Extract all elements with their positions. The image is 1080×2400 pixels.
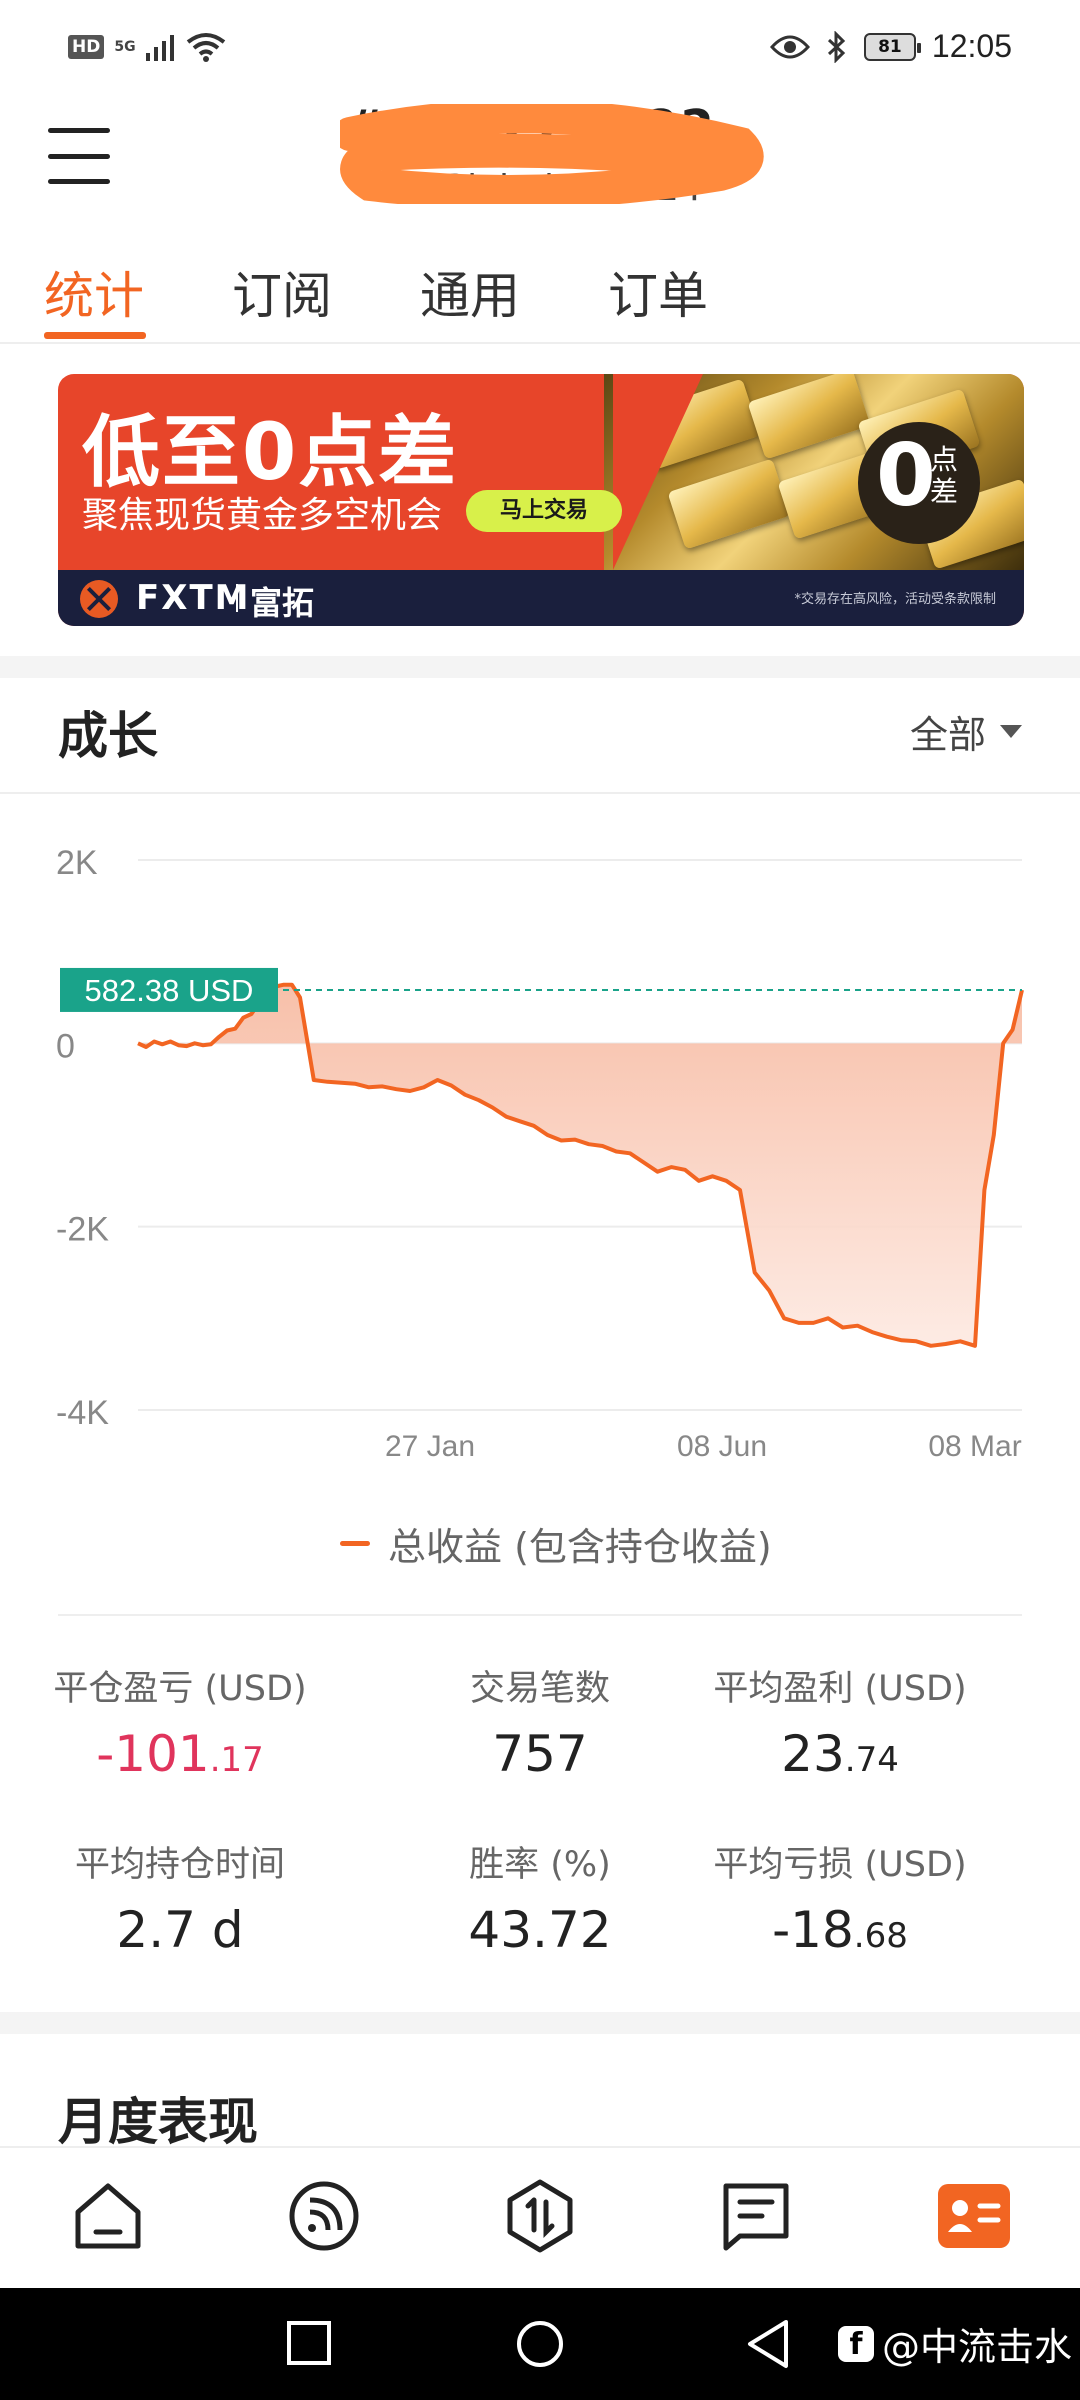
status-bar: HD 5G 81 12:05 [0,0,1080,100]
tab-active-indicator [44,332,146,339]
caret-down-icon [1000,725,1022,738]
stat-item: 平均盈利 (USD) 23.74 [660,1660,1020,1783]
stat-item: 平均亏损 (USD) -18.68 [660,1836,1020,1959]
x-tick-label: 08 Jun [677,1430,767,1463]
y-tick-label: -4K [56,1394,109,1432]
back-button[interactable] [744,2318,792,2370]
y-tick-label: 2K [56,844,98,882]
feed-icon[interactable] [284,2176,364,2256]
message-icon[interactable] [716,2176,796,2256]
stat-item: 平仓盈亏 (USD) -101.17 [0,1660,360,1783]
legend-swatch [340,1541,370,1546]
recent-apps-button[interactable] [286,2318,332,2368]
home-icon[interactable] [68,2176,148,2256]
stat-value: 2.7 d [116,1901,244,1959]
growth-range-value: 全部 [909,713,986,757]
x-tick-label: 27 Jan [385,1430,475,1463]
growth-chart[interactable]: 2K 0 -2K -4K 27 Jan 08 Jun 08 Mar 582.38 USD [0,820,1080,1500]
banner-brand-cn: 富拓 [250,584,315,622]
clock: 12:05 [931,28,1012,64]
wifi-icon [186,33,225,62]
tab-orders[interactable]: 订单 [608,256,708,328]
signal-icon [145,35,174,61]
hd-indicator: HD [68,35,105,59]
battery-level: 81 [878,36,902,57]
stat-label: 平仓盈亏 (USD) [53,1669,307,1709]
system-nav-bar: f @中流击水 [0,2288,1080,2400]
fxtm-logo-icon [80,580,118,618]
eye-icon [769,35,810,58]
y-tick-label: 0 [56,1027,75,1065]
banner-disclaimer: *交易存在高风险，活动受条款限制 [794,592,996,607]
stat-label: 平均盈利 (USD) [713,1669,967,1709]
menu-icon[interactable] [48,126,110,186]
monthly-performance-title: 月度表现 [58,2093,258,2151]
redaction-scribble [340,104,764,204]
network-5g-indicator: 5G [114,39,136,55]
stat-value: 23.74 [781,1725,899,1783]
watermark-text: @中流击水 [882,2325,1073,2369]
current-value-label: 582.38 USD [85,973,254,1008]
stat-label: 平均亏损 (USD) [713,1845,967,1885]
watermark: f @中流击水 [838,2316,1072,2371]
tab-statistics[interactable]: 统计 [44,256,144,328]
x-tick-label: 08 Mar [928,1430,1021,1463]
tab-general[interactable]: 通用 [420,256,520,328]
trade-icon[interactable] [500,2176,580,2256]
bottom-nav [0,2146,1080,2286]
series-area [138,984,1022,1346]
growth-title: 成长 [58,707,158,765]
banner-subline: 聚焦现货黄金多空机会 [82,495,443,536]
tab-subscribe[interactable]: 订阅 [232,256,332,328]
zero-spread-badge: 0 点差 [858,422,980,544]
bluetooth-icon [827,30,846,63]
battery-icon: 81 [863,32,921,61]
chart-legend: 总收益 (包含持仓收益) [340,1516,772,1571]
banner-brand: FXTM [136,578,251,618]
tab-bar: 统计 订阅 通用 订单 [0,240,1080,344]
stat-label: 平均持仓时间 [74,1845,285,1885]
y-tick-label: -2K [56,1211,109,1249]
facebook-icon: f [838,2325,874,2362]
profile-card-icon[interactable] [934,2176,1014,2256]
home-button[interactable] [514,2318,566,2370]
growth-range-dropdown[interactable]: 全部 [910,704,1022,759]
stat-value: -101.17 [96,1725,264,1783]
promo-banner[interactable]: 低至0点差 聚焦现货黄金多空机会 马上交易 0 点差 FXTM 富拓 *交易存在… [58,374,1024,626]
legend-label: 总收益 (包含持仓收益) [388,1525,772,1569]
banner-trade-button[interactable]: 马上交易 [466,490,622,532]
app-header: #2··2222··22 XM.Global-Real 24 [0,100,1080,230]
stat-value: -18.68 [772,1901,908,1959]
stat-item: 平均持仓时间 2.7 d [0,1836,360,1959]
